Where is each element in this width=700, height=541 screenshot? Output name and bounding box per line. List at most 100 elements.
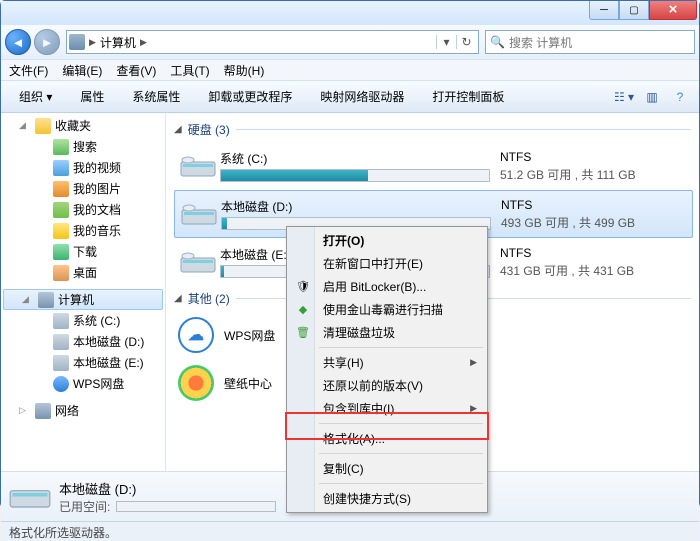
group-title: 硬盘 (3)	[188, 121, 230, 138]
drive-name: 本地磁盘 (D:)	[221, 198, 501, 215]
breadcrumb-sep: ▶	[140, 37, 147, 48]
menu-view[interactable]: 查看(V)	[116, 62, 156, 79]
submenu-arrow-icon: ▶	[470, 357, 477, 368]
drive-filesystem: NTFS	[500, 150, 691, 164]
menu-file[interactable]: 文件(F)	[9, 62, 48, 79]
tree-item[interactable]: 桌面	[1, 262, 165, 283]
control-panel-button[interactable]: 打开控制面板	[422, 85, 514, 108]
submenu-arrow-icon: ▶	[470, 403, 477, 414]
menu-help[interactable]: 帮助(H)	[224, 62, 265, 79]
folder-icon	[53, 223, 69, 239]
ctx-jsdb-scan[interactable]: ◆使用金山毒霸进行扫描	[289, 298, 485, 321]
address-bar[interactable]: ▶ 计算机 ▶ ▾ ↻	[66, 30, 479, 54]
tree-item[interactable]: 我的视频	[1, 157, 165, 178]
tree-label: 桌面	[73, 264, 97, 281]
search-input[interactable]: 🔍 搜索 计算机	[485, 30, 695, 54]
status-text: 格式化所选驱动器。	[9, 526, 117, 540]
wps-cloud-icon: ☁	[178, 317, 214, 353]
drive-item[interactable]: 系统 (C:) NTFS 51.2 GB 可用 , 共 111 GB	[174, 142, 693, 190]
ctx-open-new-window[interactable]: 在新窗口中打开(E)	[289, 252, 485, 275]
tree-drive-item[interactable]: 本地磁盘 (E:)	[1, 352, 165, 373]
drive-icon	[53, 334, 69, 350]
tree-label: 系统 (C:)	[73, 312, 120, 329]
maximize-button[interactable]: ▢	[619, 1, 649, 20]
drive-icon	[176, 147, 220, 185]
address-dropdown[interactable]: ▾	[436, 35, 456, 49]
view-mode-button[interactable]: ☷ ▾	[613, 90, 635, 104]
tree-drive-item[interactable]: 系统 (C:)	[1, 310, 165, 331]
drive-icon	[53, 355, 69, 371]
details-usage-bar	[116, 501, 276, 512]
trash-icon: 🗑	[295, 325, 311, 341]
context-menu: 打开(O) 在新窗口中打开(E) 🛡启用 BitLocker(B)... ◆使用…	[286, 226, 488, 513]
drive-filesystem: NTFS	[501, 198, 690, 212]
tree-item[interactable]: 我的音乐	[1, 220, 165, 241]
drive-free-text: 493 GB 可用 , 共 499 GB	[501, 214, 690, 231]
ctx-include-library[interactable]: 包含到库中(I)▶	[289, 397, 485, 420]
menu-edit[interactable]: 编辑(E)	[62, 62, 102, 79]
chevron-down-icon: ◢	[174, 293, 182, 304]
ctx-share[interactable]: 共享(H)▶	[289, 351, 485, 374]
tree-label: 本地磁盘 (D:)	[73, 333, 144, 350]
tree-item[interactable]: 搜索	[1, 136, 165, 157]
tree-drive-item[interactable]: 本地磁盘 (D:)	[1, 331, 165, 352]
preview-pane-button[interactable]: ▥	[641, 90, 663, 104]
chevron-right-icon[interactable]: ▷	[19, 405, 31, 416]
ctx-format[interactable]: 格式化(A)...	[289, 427, 485, 450]
tree-label: 搜索	[73, 138, 97, 155]
organize-button[interactable]: 组织 ▾	[9, 85, 62, 108]
tree-drive-item[interactable]: WPS网盘	[1, 373, 165, 394]
uninstall-button[interactable]: 卸载或更改程序	[198, 85, 302, 108]
breadcrumb-item[interactable]: 计算机	[100, 34, 136, 51]
ctx-open[interactable]: 打开(O)	[289, 229, 485, 252]
folder-icon	[53, 139, 69, 155]
tree-item[interactable]: 下载	[1, 241, 165, 262]
folder-icon	[53, 244, 69, 260]
shield-icon: 🛡	[295, 279, 311, 295]
tree-label: 下载	[73, 243, 97, 260]
tree-computer[interactable]: ◢ 计算机	[3, 289, 163, 310]
back-button[interactable]: ◄	[5, 29, 31, 55]
search-icon: 🔍	[490, 35, 505, 49]
properties-button[interactable]: 属性	[70, 85, 114, 108]
drive-free-text: 431 GB 可用 , 共 431 GB	[500, 262, 691, 279]
forward-button[interactable]: ►	[34, 29, 60, 55]
ctx-create-shortcut[interactable]: 创建快捷方式(S)	[289, 487, 485, 510]
ctx-copy[interactable]: 复制(C)	[289, 457, 485, 480]
tree-item[interactable]: 我的文档	[1, 199, 165, 220]
ctx-restore-versions[interactable]: 还原以前的版本(V)	[289, 374, 485, 397]
wallpaper-icon	[178, 365, 214, 401]
close-button[interactable]: ×	[649, 1, 697, 20]
drive-icon	[177, 195, 221, 233]
drive-icon	[176, 243, 220, 281]
chevron-icon[interactable]: ◢	[19, 120, 31, 131]
minimize-button[interactable]: ─	[589, 1, 619, 20]
tree-label: 我的文档	[73, 201, 121, 218]
menu-bar: 文件(F) 编辑(E) 查看(V) 工具(T) 帮助(H)	[1, 59, 699, 81]
group-hdd[interactable]: ◢ 硬盘 (3)	[174, 117, 699, 142]
menu-tools[interactable]: 工具(T)	[170, 62, 209, 79]
tree-label: 我的音乐	[73, 222, 121, 239]
tree-label: WPS网盘	[73, 375, 124, 392]
ctx-bitlocker[interactable]: 🛡启用 BitLocker(B)...	[289, 275, 485, 298]
tree-item[interactable]: 我的图片	[1, 178, 165, 199]
antivirus-icon: ◆	[295, 302, 311, 318]
help-button[interactable]: ?	[669, 90, 691, 104]
refresh-button[interactable]: ↻	[456, 35, 476, 49]
chevron-down-icon[interactable]: ◢	[22, 294, 34, 305]
navigation-tree: ◢ 收藏夹 搜索 我的视频 我的图片 我的文档 我的音乐 下载 桌面	[1, 113, 166, 471]
map-drive-button[interactable]: 映射网络驱动器	[310, 85, 414, 108]
title-bar: ─ ▢ ×	[1, 1, 699, 25]
tree-label: 我的图片	[73, 180, 121, 197]
ctx-cleanup[interactable]: 🗑清理磁盘垃圾	[289, 321, 485, 344]
tree-item[interactable]: ◢ 收藏夹	[1, 115, 165, 136]
folder-icon	[53, 181, 69, 197]
drive-icon	[9, 479, 51, 515]
breadcrumb[interactable]: ▶ 计算机 ▶	[89, 34, 436, 51]
system-properties-button[interactable]: 系统属性	[122, 85, 190, 108]
tree-network[interactable]: ▷ 网络	[1, 400, 165, 421]
drive-icon	[53, 313, 69, 329]
drive-free-text: 51.2 GB 可用 , 共 111 GB	[500, 166, 691, 183]
folder-icon	[53, 202, 69, 218]
usage-bar	[220, 169, 490, 182]
